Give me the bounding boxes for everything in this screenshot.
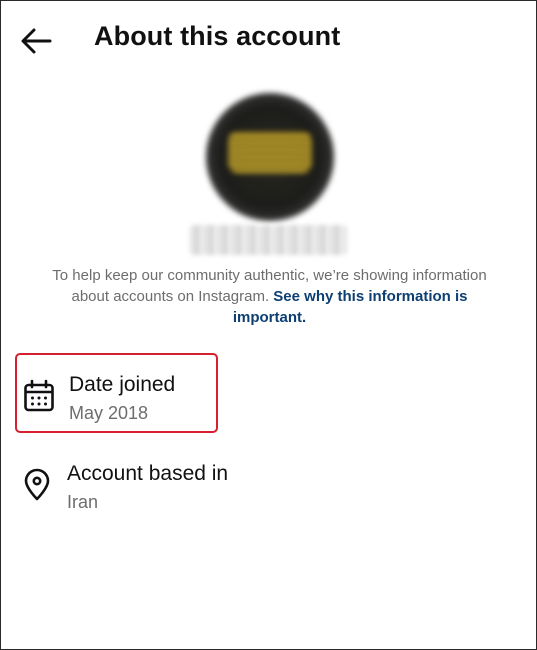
account-based-in-label: Account based in — [67, 462, 229, 485]
avatar — [206, 93, 334, 221]
calendar-icon — [23, 379, 55, 413]
avatar-image — [228, 131, 312, 173]
about-account-screen: About this account To help keep our comm… — [0, 0, 537, 650]
arrow-left-icon — [21, 28, 52, 54]
authenticity-info: To help keep our community authentic, we… — [41, 265, 498, 328]
location-pin-icon — [21, 468, 53, 502]
date-joined-row: Date joined May 2018 — [15, 353, 218, 433]
username-blurred — [190, 225, 347, 255]
back-button[interactable] — [19, 23, 55, 59]
date-joined-label: Date joined — [69, 373, 176, 396]
page-title: About this account — [94, 21, 341, 51]
date-joined-value: May 2018 — [69, 403, 149, 423]
account-based-in-value: Iran — [67, 492, 99, 512]
account-based-in-row: Account based in Iran — [15, 444, 315, 524]
header: About this account — [1, 1, 536, 77]
